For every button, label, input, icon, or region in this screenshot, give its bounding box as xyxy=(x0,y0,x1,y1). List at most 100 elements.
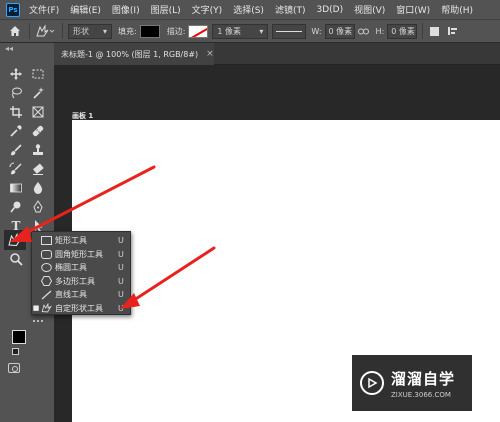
chevron-down-icon: ▾ xyxy=(259,26,264,36)
document-tab-title: 未标题-1 @ 100% (图层 1, RGB/8#) xyxy=(61,49,199,59)
collapse-toolbar-icon[interactable]: ◂◂ xyxy=(5,44,13,53)
shape-tools-flyout: 矩形工具 U 圆角矩形工具 U 椭圆工具 U 多边形工具 U 直线工具 U ■ … xyxy=(31,231,131,315)
rectangular-marquee-icon[interactable] xyxy=(28,65,48,83)
rectangle-icon xyxy=(40,236,52,246)
watermark-text: 溜溜自学 ZIXUE.3066.COM xyxy=(391,368,455,399)
tool-row xyxy=(0,65,54,83)
flyout-item-polygon[interactable]: 多边形工具 U xyxy=(32,275,132,288)
fill-swatch[interactable] xyxy=(139,24,160,38)
healing-brush-icon[interactable] xyxy=(28,122,48,140)
tool-mode-value: 形状 xyxy=(73,26,89,36)
foreground-color-swatch[interactable] xyxy=(12,330,26,344)
menu-file[interactable]: 文件(F) xyxy=(24,3,65,16)
toolbar-header: ◂◂ xyxy=(0,43,54,56)
stroke-type-select[interactable] xyxy=(272,23,307,39)
width-label: W: xyxy=(311,26,322,36)
magic-wand-icon[interactable] xyxy=(28,84,48,102)
options-bar: 形状 ▾ 填充: 描边: 1 像素 ▾ W: 0 像素 H: 0 像素 xyxy=(0,19,500,43)
frame-icon[interactable] xyxy=(28,103,48,121)
flyout-item-ellipse[interactable]: 椭圆工具 U xyxy=(32,261,132,274)
move-tool-icon[interactable] xyxy=(6,65,26,83)
tool-preset-picker[interactable] xyxy=(35,22,57,40)
document-tab[interactable]: 未标题-1 @ 100% (图层 1, RGB/8#) × xyxy=(54,43,214,65)
home-icon[interactable] xyxy=(6,22,24,40)
stroke-width-select[interactable]: 1 像素 ▾ xyxy=(212,23,269,39)
height-label: H: xyxy=(375,26,385,36)
path-operations-icon[interactable] xyxy=(428,26,440,36)
menu-edit[interactable]: 编辑(E) xyxy=(65,3,107,16)
watermark-title: 溜溜自学 xyxy=(391,369,456,388)
close-icon[interactable]: × xyxy=(206,49,214,59)
menu-help[interactable]: 帮助(H) xyxy=(436,3,479,16)
custom-shape-tool-icon[interactable] xyxy=(4,230,26,250)
flyout-item-line[interactable]: 直线工具 U xyxy=(32,288,132,301)
play-logo-icon xyxy=(360,371,384,395)
menu-bar: Ps 文件(F) 编辑(E) 图像(I) 图层(L) 文字(Y) 选择(S) 滤… xyxy=(0,0,500,19)
width-field[interactable]: 0 像素 xyxy=(324,23,355,39)
menu-view[interactable]: 视图(V) xyxy=(349,3,391,16)
eyedropper-icon[interactable] xyxy=(6,122,26,140)
flyout-item-label: 椭圆工具 xyxy=(55,263,87,272)
watermark-url: ZIXUE.3066.COM xyxy=(391,390,451,399)
document-tab-strip: 未标题-1 @ 100% (图层 1, RGB/8#) × xyxy=(54,43,500,65)
ellipse-icon xyxy=(40,263,52,273)
flyout-item-shortcut: U xyxy=(118,303,124,313)
fill-label: 填充: xyxy=(118,26,137,36)
chevron-down-icon: ▾ xyxy=(102,26,107,36)
stroke-swatch[interactable] xyxy=(188,24,209,38)
custom-shape-icon xyxy=(36,24,55,37)
watermark: 溜溜自学 ZIXUE.3066.COM xyxy=(352,355,472,411)
tool-row xyxy=(0,84,54,102)
flyout-item-shortcut: U xyxy=(118,276,124,286)
height-field[interactable]: 0 像素 xyxy=(387,23,418,39)
history-brush-icon[interactable] xyxy=(6,160,26,178)
flyout-item-label: 圆角矩形工具 xyxy=(55,249,103,259)
menu-filter[interactable]: 滤镜(T) xyxy=(270,3,312,16)
blur-icon[interactable] xyxy=(28,179,48,197)
flyout-item-label: 自定形状工具 xyxy=(55,303,103,313)
menu-window[interactable]: 窗口(W) xyxy=(391,3,436,16)
tool-row xyxy=(0,198,54,216)
divider xyxy=(29,23,30,39)
stroke-type-preview xyxy=(276,30,303,32)
crop-icon[interactable] xyxy=(6,103,26,121)
quick-mask-icon[interactable] xyxy=(8,363,20,373)
polygon-icon xyxy=(40,276,52,286)
flyout-item-shortcut: U xyxy=(118,290,124,299)
stroke-width-value: 1 像素 xyxy=(217,26,242,36)
tool-row xyxy=(0,141,54,159)
flyout-item-label: 矩形工具 xyxy=(55,236,87,245)
lasso-icon[interactable] xyxy=(6,84,26,102)
stroke-label: 描边: xyxy=(166,26,186,36)
divider xyxy=(62,23,63,39)
menu-select[interactable]: 选择(S) xyxy=(228,3,270,16)
tool-row xyxy=(0,103,54,121)
menu-type[interactable]: 文字(Y) xyxy=(187,3,229,16)
menu-image[interactable]: 图像(I) xyxy=(107,3,146,16)
menu-layer[interactable]: 图层(L) xyxy=(146,3,187,16)
flyout-item-label: 直线工具 xyxy=(55,290,87,299)
menu-3d[interactable]: 3D(D) xyxy=(311,5,349,15)
path-alignment-icon[interactable] xyxy=(446,26,460,36)
flyout-item-rounded-rectangle[interactable]: 圆角矩形工具 U xyxy=(32,248,132,261)
zoom-icon[interactable] xyxy=(6,250,26,268)
flyout-item-shortcut: U xyxy=(118,249,124,259)
flyout-item-rectangle[interactable]: 矩形工具 U xyxy=(32,234,132,247)
flyout-item-shortcut: U xyxy=(118,236,124,245)
tool-row xyxy=(0,160,54,178)
pen-icon[interactable] xyxy=(28,198,48,216)
gradient-icon[interactable] xyxy=(6,179,26,197)
link-icon[interactable] xyxy=(357,28,371,35)
line-icon xyxy=(40,290,52,300)
flyout-item-shortcut: U xyxy=(118,263,124,272)
eraser-icon[interactable] xyxy=(28,160,48,178)
photoshop-logo[interactable]: Ps xyxy=(6,2,20,17)
tool-row xyxy=(0,122,54,140)
dodge-icon[interactable] xyxy=(6,198,26,216)
clone-stamp-icon[interactable] xyxy=(28,141,48,159)
flyout-item-custom-shape[interactable]: ■ 自定形状工具 U xyxy=(32,302,132,315)
brush-icon[interactable] xyxy=(6,141,26,159)
default-colors-icon[interactable] xyxy=(12,348,19,355)
selection-bullet: ■ xyxy=(32,304,40,312)
tool-mode-select[interactable]: 形状 ▾ xyxy=(68,23,112,39)
